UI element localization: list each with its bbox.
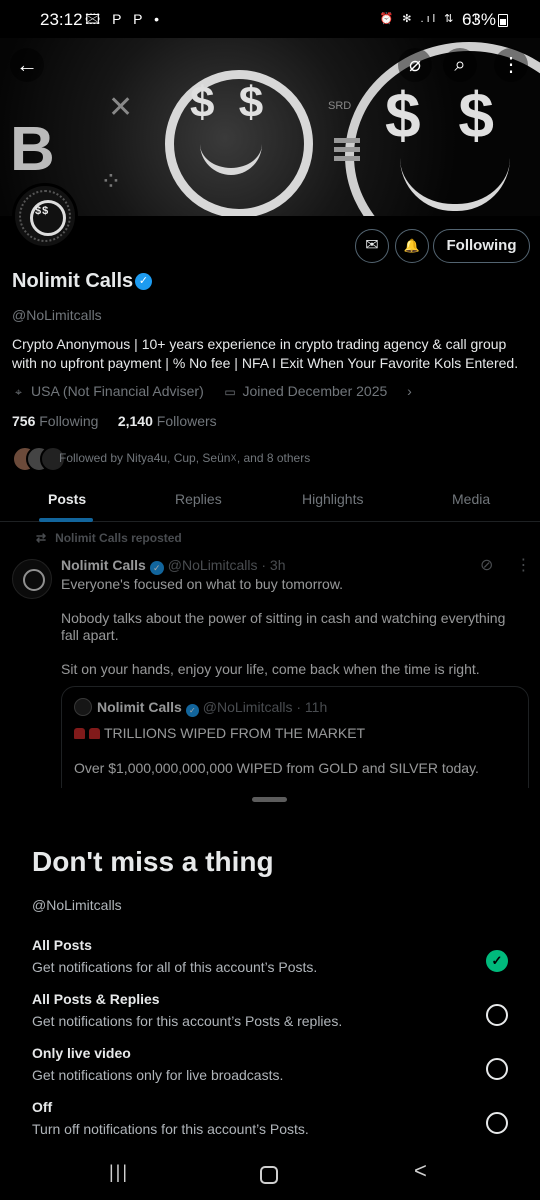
profile-location: USA (Not Financial Adviser) — [31, 383, 204, 399]
sheet-scrim[interactable] — [0, 516, 540, 790]
option-live-video[interactable]: Only live video Get notifications only f… — [32, 1045, 512, 1093]
profile-meta: ⌖ USA (Not Financial Adviser) ▭ Joined Dec… — [12, 383, 412, 400]
calendar-icon: ▭ — [224, 385, 236, 399]
recents-icon[interactable]: ||| — [109, 1162, 129, 1183]
profile-avatar[interactable]: $$ — [12, 183, 78, 249]
following-button[interactable]: Following — [433, 229, 530, 263]
sheet-handle: @NoLimitcalls — [32, 897, 122, 913]
search-icon[interactable]: ⌕ — [443, 48, 477, 82]
radio-icon[interactable] — [486, 1112, 508, 1134]
option-title: All Posts & Replies — [32, 991, 160, 1007]
tab-replies[interactable]: Replies — [175, 491, 222, 507]
cardano-logo-icon: ⁘ — [100, 166, 122, 196]
option-title: Only live video — [32, 1045, 131, 1061]
home-icon[interactable] — [260, 1166, 278, 1184]
followed-by-row[interactable]: Followed by Nitya4u, Cup, Seün☓, and 8 o… — [12, 446, 532, 472]
status-bar: 23:12 🖾 P P • ⏰ ✻ .ıl ⇅ .ıl 63% — [0, 0, 540, 38]
profile-name: Nolimit Calls — [12, 270, 134, 292]
message-button[interactable]: ✉ — [355, 229, 389, 263]
followed-by-text: Followed by Nitya4u, Cup, Seün☓, and 8 o… — [59, 451, 311, 465]
option-description: Get notifications only for live broadcas… — [32, 1067, 284, 1083]
option-description: Get notifications for all of this accoun… — [32, 959, 318, 975]
notification-icons: 🖾 P P • — [85, 11, 163, 27]
status-time: 23:12 — [40, 10, 83, 29]
bell-icon: 🔔 — [403, 238, 421, 253]
option-title: Off — [32, 1099, 53, 1115]
more-options-icon[interactable]: ⋮ — [494, 48, 528, 82]
radio-icon[interactable] — [486, 1004, 508, 1026]
avatar-eyes: $$ — [35, 205, 50, 217]
bitcoin-logo-icon: B — [10, 115, 55, 184]
solana-logo-icon — [334, 138, 360, 162]
system-navigation-bar: ||| < — [0, 1148, 540, 1200]
option-description: Turn off notifications for this account’… — [32, 1121, 309, 1137]
profile-joined: Joined December 2025 — [242, 383, 388, 399]
verified-badge-icon: ✓ — [135, 273, 152, 290]
following-link[interactable]: 756 Following — [12, 413, 98, 429]
location-icon: ⌖ — [15, 385, 22, 399]
option-title: All Posts — [32, 937, 92, 953]
option-all-posts[interactable]: All Posts Get notifications for all of t… — [32, 937, 512, 985]
option-description: Get notifications for this account’s Pos… — [32, 1013, 343, 1029]
followers-link[interactable]: 2,140 Followers — [118, 413, 217, 429]
tab-media[interactable]: Media — [452, 491, 490, 507]
xrp-logo-icon: ✕ — [108, 91, 134, 124]
battery-icon — [498, 14, 508, 27]
profile-handle: @NoLimitcalls — [12, 307, 102, 323]
sheet-drag-handle[interactable] — [252, 797, 287, 802]
notifications-button[interactable]: 🔔 — [395, 229, 429, 263]
profile-banner: B ✕ ⁘ $ $ $ $ SRD ← ⌀ ⌕ ⋮ — [0, 38, 540, 216]
chevron-right-icon[interactable]: › — [407, 383, 412, 399]
tab-highlights[interactable]: Highlights — [302, 491, 363, 507]
option-off[interactable]: Off Turn off notifications for this acco… — [32, 1099, 512, 1147]
option-posts-replies[interactable]: All Posts & Replies Get notifications fo… — [32, 991, 512, 1039]
back-arrow-icon[interactable]: ← — [10, 48, 44, 82]
radio-icon[interactable] — [486, 1058, 508, 1080]
sheet-title: Don't miss a thing — [32, 846, 274, 877]
tab-posts[interactable]: Posts — [48, 491, 86, 507]
dollar-eyes-small: $ $ — [190, 78, 270, 127]
battery-percent: 63% — [461, 10, 496, 29]
checkmark-radio-icon[interactable]: ✓ — [486, 950, 508, 972]
banner-srd-text: SRD — [328, 100, 352, 112]
follow-counts: 756 Following 2,140 Followers — [12, 413, 217, 429]
envelope-icon: ✉ — [365, 237, 379, 254]
dollar-eyes-large: $ $ — [385, 79, 504, 151]
notification-sheet: Don't miss a thing @NoLimitcalls All Pos… — [0, 788, 540, 1200]
profile-bio: Crypto Anonymous | 10+ years experience … — [12, 336, 519, 371]
back-icon[interactable]: < — [414, 1158, 427, 1184]
grok-icon[interactable]: ⌀ — [398, 48, 432, 82]
